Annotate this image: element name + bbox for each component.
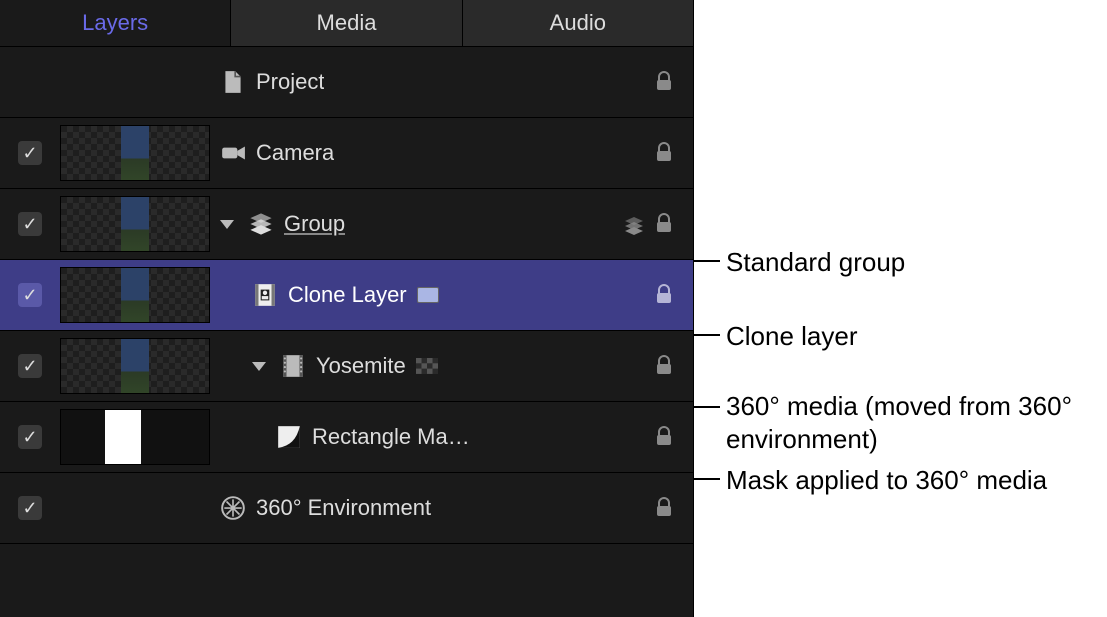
lock-icon[interactable] — [653, 354, 677, 378]
page-icon — [220, 69, 246, 95]
lock-icon[interactable] — [653, 496, 677, 520]
callout-360-media: 360° media (moved from 360° environment) — [726, 390, 1086, 455]
tab-layers[interactable]: Layers — [0, 0, 231, 46]
callout-line — [694, 478, 720, 480]
callout-mask: Mask applied to 360° media — [726, 464, 1047, 497]
tab-audio[interactable]: Audio — [463, 0, 693, 46]
visibility-checkbox[interactable] — [18, 283, 42, 307]
tabs: Layers Media Audio — [0, 0, 693, 47]
row-project[interactable]: Project — [0, 47, 693, 118]
group-label: Group — [284, 211, 345, 237]
yosemite-label: Yosemite — [316, 353, 406, 379]
callout-standard-group: Standard group — [726, 246, 905, 279]
clone-film-icon — [252, 282, 278, 308]
lock-icon[interactable] — [653, 283, 677, 307]
camera-icon — [220, 140, 246, 166]
mask-icon — [276, 424, 302, 450]
visibility-checkbox[interactable] — [18, 496, 42, 520]
disclosure-triangle[interactable] — [252, 362, 266, 371]
row-clone-layer[interactable]: Clone Layer — [0, 260, 693, 331]
thumbnail — [60, 196, 210, 252]
lock-icon[interactable] — [653, 425, 677, 449]
stack-icon — [248, 211, 274, 237]
layers-panel: Layers Media Audio Project Camera — [0, 0, 694, 617]
visibility-checkbox[interactable] — [18, 141, 42, 165]
camera-label: Camera — [256, 140, 334, 166]
row-camera[interactable]: Camera — [0, 118, 693, 189]
row-yosemite[interactable]: Yosemite — [0, 331, 693, 402]
lock-icon[interactable] — [653, 70, 677, 94]
thumbnail — [60, 338, 210, 394]
thumbnail — [60, 409, 210, 465]
lock-icon[interactable] — [653, 141, 677, 165]
visibility-checkbox[interactable] — [18, 354, 42, 378]
project-label: Project — [256, 69, 324, 95]
callout-line — [694, 334, 720, 336]
thumbnail — [60, 267, 210, 323]
row-360-environment[interactable]: 360° Environment — [0, 473, 693, 544]
callout-clone-layer: Clone layer — [726, 320, 858, 353]
tab-media[interactable]: Media — [231, 0, 462, 46]
visibility-checkbox[interactable] — [18, 212, 42, 236]
lock-icon[interactable] — [653, 212, 677, 236]
disclosure-triangle[interactable] — [220, 220, 234, 229]
callout-line — [694, 260, 720, 262]
stack-indicator-icon — [623, 215, 645, 233]
callout-line — [694, 406, 720, 408]
visibility-checkbox[interactable] — [18, 425, 42, 449]
checker-icon — [416, 358, 438, 374]
color-swatch — [417, 287, 439, 303]
360-env-label: 360° Environment — [256, 495, 431, 521]
globe-360-icon — [220, 495, 246, 521]
mask-label: Rectangle Ma… — [312, 424, 470, 450]
row-rectangle-mask[interactable]: Rectangle Ma… — [0, 402, 693, 473]
film-icon — [280, 353, 306, 379]
clone-layer-label: Clone Layer — [288, 282, 407, 308]
thumbnail — [60, 125, 210, 181]
row-group[interactable]: Group — [0, 189, 693, 260]
